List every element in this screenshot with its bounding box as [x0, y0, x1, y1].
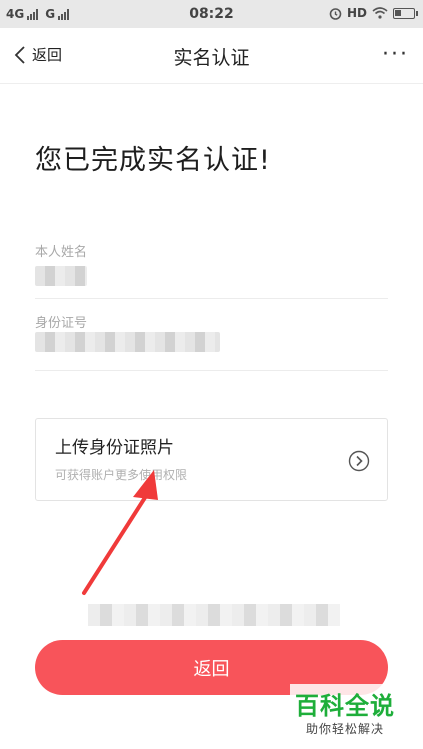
upload-card-title: 上传身份证照片 — [55, 438, 174, 458]
watermark-title: 百科全说 — [295, 692, 395, 720]
id-value-redacted — [35, 332, 220, 352]
name-value-redacted — [35, 266, 87, 286]
footer-note-redacted — [88, 604, 340, 626]
upload-id-photo-card[interactable]: 上传身份证照片 可获得账户更多使用权限 — [35, 418, 388, 501]
battery-icon — [393, 7, 418, 19]
more-options-icon[interactable]: ··· — [382, 42, 409, 67]
hd-label: HD — [346, 6, 367, 20]
field-divider — [35, 370, 388, 371]
alarm-icon — [329, 7, 342, 20]
wifi-icon — [372, 7, 388, 19]
chevron-right-circle-icon — [348, 450, 370, 472]
success-headline: 您已完成实名认证! — [35, 145, 271, 176]
annotation-arrow — [82, 470, 158, 595]
watermark-logo: 百科全说 助你轻松解决 — [290, 684, 423, 749]
navigation-bar: 返回 实名认证 ··· — [0, 28, 423, 84]
watermark-subtitle: 助你轻松解决 — [306, 722, 385, 736]
status-bar: 4G G 08:22 HD — [0, 0, 423, 28]
field-divider — [35, 298, 388, 299]
upload-card-subtitle: 可获得账户更多使用权限 — [55, 468, 188, 482]
name-field-label: 本人姓名 — [35, 245, 88, 260]
page-title: 实名认证 — [173, 47, 250, 69]
id-field-label: 身份证号 — [35, 316, 88, 331]
system-indicators: HD — [329, 6, 418, 20]
